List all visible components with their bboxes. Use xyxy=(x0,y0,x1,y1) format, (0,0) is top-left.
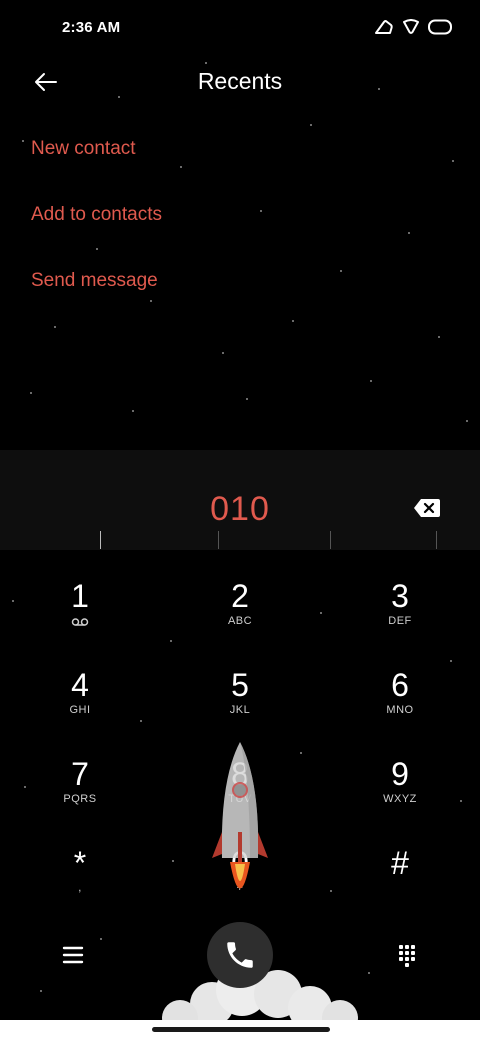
key-letters: WXYZ xyxy=(383,793,417,805)
key-digit: 2 xyxy=(231,578,249,614)
key-5[interactable]: 5 JKL xyxy=(180,665,300,745)
key-3[interactable]: 3 DEF xyxy=(340,576,460,656)
home-indicator[interactable] xyxy=(152,1027,330,1032)
key-digit: 5 xyxy=(231,667,249,703)
recents-menu: New contact Add to contacts Send message xyxy=(31,132,162,330)
key-letters: MNO xyxy=(386,704,414,716)
signal-icon xyxy=(375,20,393,34)
key-letters: PQRS xyxy=(63,793,97,805)
battery-icon xyxy=(428,19,452,35)
key-digit: 0 xyxy=(231,845,249,881)
dialed-number: 010 xyxy=(210,490,270,528)
key-letters: DEF xyxy=(388,615,412,627)
key-letters: + xyxy=(236,882,244,894)
app-bar: Recents xyxy=(0,56,480,112)
key-digit: 9 xyxy=(391,756,409,792)
scale-tick xyxy=(100,531,101,549)
voicemail-icon xyxy=(71,618,89,626)
key-0[interactable]: 0 + xyxy=(180,843,300,923)
status-icons xyxy=(374,19,452,35)
scale-tick xyxy=(330,531,331,549)
key-digit: 4 xyxy=(71,667,89,703)
bottom-action-bar xyxy=(0,920,480,1000)
key-4[interactable]: 4 GHI xyxy=(20,665,140,745)
key-9[interactable]: 9 WXYZ xyxy=(340,754,460,834)
new-contact-button[interactable]: New contact xyxy=(31,132,162,198)
key-7[interactable]: 7 PQRS xyxy=(20,754,140,834)
key-star[interactable]: * , xyxy=(20,843,140,923)
add-to-contacts-button[interactable]: Add to contacts xyxy=(31,198,162,264)
scale-tick xyxy=(218,531,219,549)
key-letters: ABC xyxy=(227,615,253,627)
key-letters: JKL xyxy=(229,704,251,716)
page-title: Recents xyxy=(197,68,283,94)
key-letters: , xyxy=(78,882,82,894)
key-8[interactable]: 8 TUV xyxy=(180,754,300,834)
key-letters: GHI xyxy=(69,704,91,716)
key-2[interactable]: 2 ABC xyxy=(180,576,300,656)
key-digit: 6 xyxy=(391,667,409,703)
key-digit: 8 xyxy=(231,756,249,792)
dial-keypad: 1 2 ABC 3 DEF 4 GHI 5 JKL 6 MNO 7 PQRS 8… xyxy=(0,560,480,920)
backspace-icon[interactable] xyxy=(412,497,442,519)
key-hash[interactable]: # xyxy=(340,843,460,923)
call-button[interactable] xyxy=(207,922,273,988)
wifi-icon xyxy=(403,19,419,34)
key-digit: 1 xyxy=(71,578,89,614)
status-time: 2:36 AM xyxy=(62,19,121,36)
key-1[interactable]: 1 xyxy=(20,576,140,656)
key-digit: * xyxy=(73,845,87,881)
dialpad-icon[interactable] xyxy=(392,940,422,970)
scale-tick xyxy=(436,531,437,549)
navigation-bar xyxy=(0,1020,480,1040)
key-digit: 3 xyxy=(391,578,409,614)
key-6[interactable]: 6 MNO xyxy=(340,665,460,745)
send-message-button[interactable]: Send message xyxy=(31,264,162,330)
key-letters: TUV xyxy=(228,793,252,805)
hamburger-menu-icon[interactable] xyxy=(58,940,88,970)
status-bar: 2:36 AM xyxy=(0,0,480,56)
key-digit: 7 xyxy=(71,756,89,792)
key-digit: # xyxy=(391,845,409,881)
phone-icon xyxy=(227,942,253,968)
dialed-number-bar: 010 xyxy=(0,450,480,550)
